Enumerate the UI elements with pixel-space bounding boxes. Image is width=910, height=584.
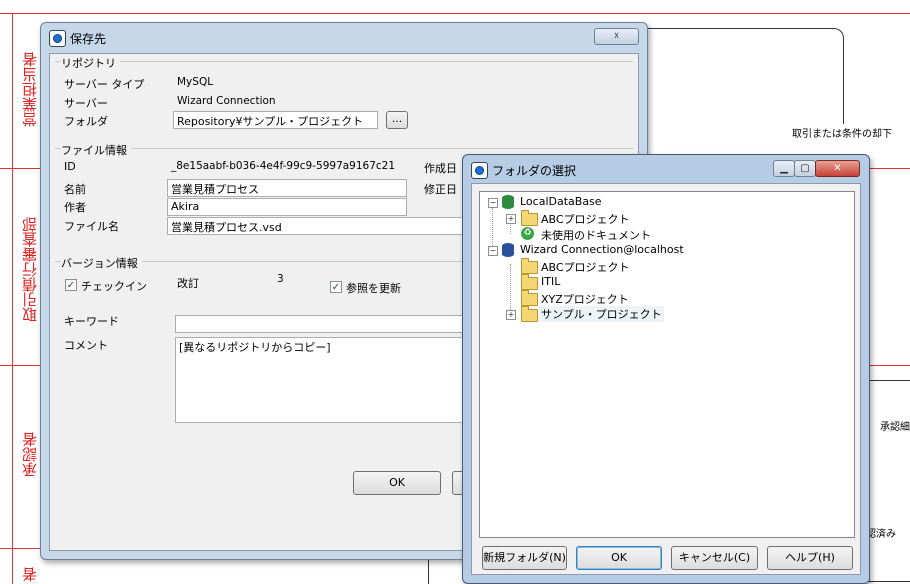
- recycle-icon: ♻: [521, 227, 534, 240]
- collapse-icon[interactable]: −: [488, 246, 498, 256]
- folder-dialog-titlebar[interactable]: フォルダの選択 ▁ ▢ ✕: [463, 155, 869, 183]
- folder-icon: [521, 274, 538, 290]
- modified-label: 修正日: [424, 183, 457, 196]
- tree-node-label: サンプル・プロジェクト: [539, 306, 664, 322]
- lane-border: [12, 13, 13, 584]
- tree-node-label: ABCプロジェクト: [541, 261, 630, 274]
- name-label: 名前: [64, 183, 86, 196]
- cancel-button[interactable]: キャンセル(C): [671, 546, 758, 570]
- keyword-field[interactable]: [175, 315, 475, 333]
- approved-label: 認済み: [866, 529, 896, 540]
- expand-icon[interactable]: +: [506, 214, 516, 224]
- save-dialog-titlebar[interactable]: 保存先 ☓: [41, 23, 647, 51]
- lane-divider: [0, 13, 910, 14]
- folder-select-dialog: フォルダの選択 ▁ ▢ ✕ − LocalDataBase + ABCプロジェク…: [462, 154, 870, 584]
- comment-label: コメント: [64, 339, 108, 352]
- server-type-value: MySQL: [177, 76, 214, 88]
- new-folder-button[interactable]: 新規フォルダ(N): [482, 546, 567, 570]
- tree-node-label: ITIL: [541, 275, 561, 288]
- minimize-icon[interactable]: ▁: [773, 160, 795, 177]
- tree-node-label: XYZプロジェクト: [541, 293, 629, 306]
- ok-button[interactable]: OK: [353, 471, 441, 495]
- close-icon[interactable]: ✕: [815, 160, 860, 177]
- version-caption: バージョン情報: [61, 255, 142, 271]
- file-info-group: [55, 148, 633, 149]
- folder-icon: [521, 290, 538, 306]
- folder-icon: [521, 306, 538, 322]
- folder-label: フォルダ: [64, 115, 108, 128]
- tree-node-label: 未使用のドキュメント: [541, 229, 651, 242]
- filename-field[interactable]: 営業見積プロセス.vsd: [167, 217, 467, 235]
- author-label: 作者: [64, 201, 86, 214]
- keyword-label: キーワード: [64, 315, 119, 328]
- id-value: _8e15aabf-b036-4e4f-99c9-5997a9167c21: [171, 160, 396, 172]
- save-dialog-title: 保存先: [70, 32, 107, 46]
- folder-tree[interactable]: − LocalDataBase + ABCプロジェクト ♻ 未使用のドキュメント…: [479, 191, 855, 538]
- close-icon[interactable]: ☓: [594, 28, 639, 45]
- app-icon: [49, 30, 66, 47]
- tree-node-label: ABCプロジェクト: [541, 213, 630, 226]
- folder-field[interactable]: Repository¥サンプル・プロジェクト: [173, 111, 378, 129]
- browse-folder-button[interactable]: ...: [386, 111, 408, 129]
- created-label: 作成日: [424, 162, 457, 175]
- folder-dialog-body: − LocalDataBase + ABCプロジェクト ♻ 未使用のドキュメント…: [471, 183, 861, 575]
- help-button[interactable]: ヘルプ(H): [767, 546, 853, 570]
- database-blue-icon: [502, 243, 514, 257]
- database-green-icon: [502, 195, 514, 209]
- folder-dialog-title: フォルダの選択: [492, 164, 577, 178]
- approval-label: 承認細: [880, 422, 910, 433]
- update-reference-checkbox[interactable]: ✓: [330, 281, 342, 293]
- checkin-checkbox[interactable]: ✓: [65, 279, 77, 291]
- name-field[interactable]: 営業見積プロセス: [167, 179, 407, 197]
- process-shape: [640, 28, 844, 124]
- revision-label: 改訂: [177, 277, 199, 290]
- collapse-icon[interactable]: −: [488, 198, 498, 208]
- filename-label: ファイル名: [64, 220, 119, 233]
- maximize-icon[interactable]: ▢: [794, 160, 816, 177]
- folder-icon: [521, 210, 538, 226]
- folder-icon: [521, 258, 538, 274]
- lane-label: 者: [21, 567, 39, 582]
- file-info-caption: ファイル情報: [61, 142, 131, 158]
- app-icon: [471, 162, 488, 179]
- author-field[interactable]: Akira: [167, 198, 407, 216]
- update-reference-label: 参照を更新: [346, 282, 401, 295]
- server-label: サーバー: [64, 97, 108, 110]
- server-type-label: サーバー タイプ: [64, 78, 145, 91]
- checkin-label: チェックイン: [81, 280, 147, 293]
- comment-field[interactable]: [異なるリポジトリからコピー]: [175, 337, 475, 423]
- reject-label: 取引または条件の却下: [792, 129, 892, 140]
- tree-node-label: LocalDataBase: [520, 195, 602, 208]
- server-value: Wizard Connection: [177, 95, 276, 107]
- expand-icon[interactable]: +: [506, 310, 516, 320]
- repository-caption: リポジトリ: [61, 55, 120, 71]
- revision-value: 3: [277, 273, 284, 285]
- id-label: ID: [64, 160, 76, 173]
- repository-group: [55, 61, 633, 62]
- tree-node-label: Wizard Connection@localhost: [520, 243, 684, 256]
- ok-button[interactable]: OK: [576, 546, 662, 570]
